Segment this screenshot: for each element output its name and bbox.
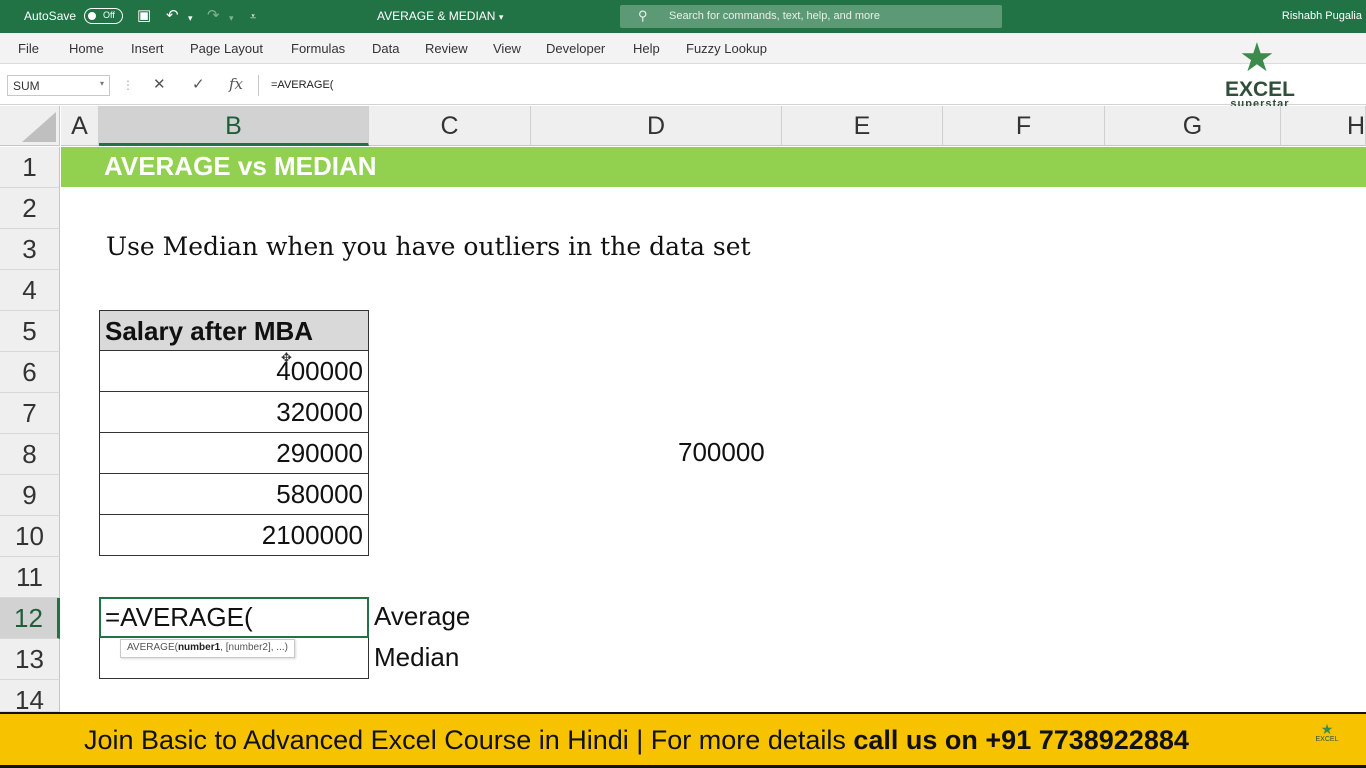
row-header-3[interactable]: 3	[0, 229, 60, 270]
enter-icon[interactable]: ✓	[192, 75, 205, 93]
table-header-cell[interactable]: Salary after MBA	[99, 310, 369, 351]
tooltip-current-arg: number1	[177, 642, 221, 653]
select-all-corner[interactable]	[0, 106, 60, 146]
cell-d8-value[interactable]: 700000	[678, 437, 765, 468]
salary-cell[interactable]: 2100000	[99, 515, 369, 556]
title-bar: AutoSave Off ▣ ↶ ▾ ↷ ▾ ⩡ AVERAGE & MEDIA…	[0, 0, 1366, 33]
user-name[interactable]: Rishabh Pugalia	[1282, 10, 1362, 22]
cancel-icon[interactable]: ✕	[153, 75, 166, 93]
chevron-down-icon[interactable]: ▾	[100, 79, 104, 88]
redo-dropdown-icon[interactable]: ▾	[229, 8, 234, 28]
name-box-value: SUM	[13, 79, 40, 93]
tab-page-layout[interactable]: Page Layout	[190, 41, 263, 56]
row-header-1[interactable]: 1	[0, 147, 60, 188]
undo-icon[interactable]: ↶	[166, 6, 179, 26]
tab-file[interactable]: File	[18, 41, 39, 56]
formula-bar: SUM ▾ ⋮ ✕ ✓ fx =AVERAGE(	[0, 64, 1366, 105]
row-header-6[interactable]: 6	[0, 352, 60, 393]
tab-help[interactable]: Help	[633, 41, 660, 56]
mini-logo: ★ EXCEL	[1310, 722, 1344, 754]
ribbon-tabs: File Home Insert Page Layout Formulas Da…	[0, 33, 1366, 64]
tab-fuzzy-lookup[interactable]: Fuzzy Lookup	[686, 41, 767, 56]
column-header-c[interactable]: C	[369, 106, 531, 146]
tab-developer[interactable]: Developer	[546, 41, 605, 56]
label-median[interactable]: Median	[374, 642, 459, 673]
select-all-icon	[22, 112, 56, 142]
row-header-7[interactable]: 7	[0, 393, 60, 434]
banner-title: AVERAGE vs MEDIAN	[104, 151, 377, 181]
salary-cell[interactable]: 580000	[99, 474, 369, 515]
column-header-e[interactable]: E	[782, 106, 943, 146]
tab-view[interactable]: View	[493, 41, 521, 56]
column-header-d[interactable]: D	[531, 106, 782, 146]
tab-home[interactable]: Home	[69, 41, 104, 56]
document-title-text: AVERAGE & MEDIAN	[377, 9, 496, 23]
column-header-f[interactable]: F	[943, 106, 1105, 146]
search-box[interactable]: ⚲ Search for commands, text, help, and m…	[620, 5, 1002, 28]
formula-bar-grip-icon: ⋮	[122, 78, 134, 92]
salary-cell[interactable]: 290000	[99, 433, 369, 474]
row-header-10[interactable]: 10	[0, 516, 60, 557]
promo-text-regular: Join Basic to Advanced Excel Course in H…	[84, 725, 854, 755]
row-header-8[interactable]: 8	[0, 434, 60, 475]
tab-data[interactable]: Data	[372, 41, 399, 56]
customize-qat-icon[interactable]: ⩡	[250, 7, 256, 27]
row-header-9[interactable]: 9	[0, 475, 60, 516]
autosave-toggle[interactable]: Off	[84, 8, 123, 24]
promo-text-bold: call us on +91 7738922884	[853, 725, 1189, 755]
chevron-down-icon: ▾	[498, 12, 504, 22]
redo-icon[interactable]: ↷	[207, 6, 220, 26]
save-icon[interactable]: ▣	[137, 6, 151, 26]
column-header-h[interactable]: H	[1281, 106, 1366, 146]
promo-text: Join Basic to Advanced Excel Course in H…	[84, 725, 1189, 756]
undo-dropdown-icon[interactable]: ▾	[188, 8, 193, 28]
autosave-state: Off	[103, 10, 115, 20]
star-icon: ★	[1320, 721, 1334, 737]
search-placeholder: Search for commands, text, help, and mor…	[669, 10, 880, 22]
row-header-2[interactable]: 2	[0, 188, 60, 229]
row-header-4[interactable]: 4	[0, 270, 60, 311]
row-header-5[interactable]: 5	[0, 311, 60, 352]
insert-function-icon[interactable]: fx	[229, 75, 243, 93]
excel-window: AutoSave Off ▣ ↶ ▾ ↷ ▾ ⩡ AVERAGE & MEDIA…	[0, 0, 1366, 768]
column-header-b[interactable]: B	[99, 106, 369, 146]
active-edit-cell[interactable]: =AVERAGE(	[99, 597, 369, 638]
column-header-g[interactable]: G	[1105, 106, 1281, 146]
salary-cell[interactable]: 320000	[99, 392, 369, 433]
promo-banner: Join Basic to Advanced Excel Course in H…	[0, 712, 1366, 768]
row-header-12[interactable]: 12	[0, 598, 60, 639]
salary-cell[interactable]: 400000	[99, 351, 369, 392]
tooltip-other-args: , [number2], ...)	[220, 642, 288, 653]
search-icon: ⚲	[638, 8, 648, 23]
toggle-knob	[88, 12, 96, 20]
tab-formulas[interactable]: Formulas	[291, 41, 345, 56]
function-tooltip[interactable]: AVERAGE(number1, [number2], ...)	[120, 639, 295, 658]
formula-input[interactable]: =AVERAGE(	[258, 75, 1366, 96]
cell-cursor-icon: ✥	[281, 350, 292, 365]
tooltip-function-name: AVERAGE(	[127, 642, 178, 653]
subtitle-text[interactable]: Use Median when you have outliers in the…	[106, 232, 751, 261]
tab-insert[interactable]: Insert	[131, 41, 164, 56]
autosave-label: AutoSave	[24, 9, 77, 23]
row-header-13[interactable]: 13	[0, 639, 60, 680]
star-icon: ★	[1239, 36, 1275, 80]
row-header-11[interactable]: 11	[0, 557, 60, 598]
excel-superstar-logo: ★ EXCEL superstar	[1214, 38, 1306, 116]
tab-review[interactable]: Review	[425, 41, 468, 56]
label-average[interactable]: Average	[374, 601, 470, 632]
column-header-a[interactable]: A	[61, 106, 99, 146]
mini-logo-text: EXCEL	[1315, 736, 1339, 743]
document-title[interactable]: AVERAGE & MEDIAN ▾	[377, 9, 503, 23]
row-header-14[interactable]: 14	[0, 680, 60, 715]
name-box[interactable]: SUM ▾	[7, 75, 110, 96]
